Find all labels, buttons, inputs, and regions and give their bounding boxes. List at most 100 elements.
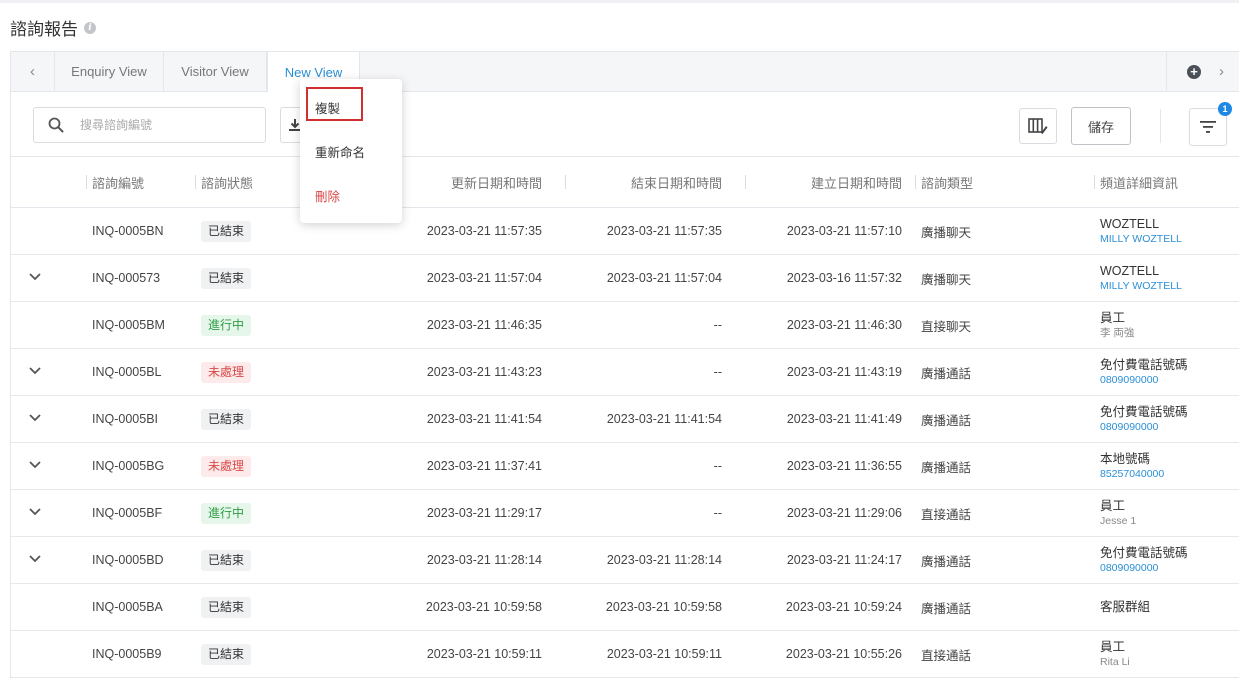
header-inquiry-id[interactable]: 諮詢編號 xyxy=(86,157,182,207)
tab-enquiry-view[interactable]: Enquiry View xyxy=(55,52,164,91)
expand-row-icon[interactable] xyxy=(25,455,45,475)
status-cell: 進行中 xyxy=(201,490,252,536)
menu-item-delete[interactable]: 刪除 xyxy=(315,186,340,205)
channel-sub[interactable]: MILLY WOZTELL xyxy=(1100,232,1182,246)
chevron-left-icon[interactable]: ‹ xyxy=(11,52,55,91)
header-inquiry-type[interactable]: 諮詢類型 xyxy=(915,157,1021,207)
inquiry-type: 直接通話 xyxy=(921,648,972,663)
chevron-right-icon[interactable]: › xyxy=(1219,63,1224,80)
channel-sub[interactable]: MILLY WOZTELL xyxy=(1100,279,1182,293)
updated-at: 2023-03-21 11:37:41 xyxy=(426,459,542,473)
updated-at: 2023-03-21 11:57:35 xyxy=(426,224,542,238)
channel-details: 員工 Rita Li xyxy=(1100,631,1130,677)
menu-item-copy[interactable]: 複製 xyxy=(315,98,340,117)
updated-at: 2023-03-21 10:59:11 xyxy=(426,647,542,661)
menu-item-rename[interactable]: 重新命名 xyxy=(315,142,365,161)
search-input[interactable] xyxy=(80,118,240,132)
ended-at: 2023-03-21 10:59:58 xyxy=(605,600,722,614)
status-badge: 已結束 xyxy=(201,408,252,430)
created-at: 2023-03-21 11:57:10 xyxy=(786,224,902,238)
channel-sub[interactable]: 0809090000 xyxy=(1100,420,1188,434)
channel-sub[interactable]: 0809090000 xyxy=(1100,561,1188,575)
filter-count-badge: 1 xyxy=(1218,102,1232,116)
channel-sub: Rita Li xyxy=(1100,655,1130,668)
status-cell: 進行中 xyxy=(201,302,252,348)
updated-at: 2023-03-21 11:57:04 xyxy=(426,271,542,285)
status-cell: 未處理 xyxy=(201,349,252,395)
save-button[interactable]: 儲存 xyxy=(1071,107,1131,145)
inquiry-id[interactable]: INQ-0005BG xyxy=(92,443,164,489)
tab-label: Visitor View xyxy=(181,64,249,79)
table-row[interactable]: INQ-0005BL 未處理 2023-03-21 11:43:23 -- 2023-0… xyxy=(11,349,1239,396)
channel-sub[interactable]: 85257040000 xyxy=(1100,467,1164,481)
status-badge: 進行中 xyxy=(201,314,252,336)
status-cell: 已結束 xyxy=(201,537,252,583)
ended-at: 2023-03-21 11:57:35 xyxy=(606,224,722,238)
search-icon xyxy=(48,117,64,133)
channel-details: 本地號碼 85257040000 xyxy=(1100,443,1164,489)
expand-row-icon[interactable] xyxy=(25,408,45,428)
view-context-menu: 複製 重新命名 刪除 xyxy=(300,79,402,223)
toolbar: 儲存 1 xyxy=(11,93,1239,157)
tab-visitor-view[interactable]: Visitor View xyxy=(164,52,267,91)
inquiry-id[interactable]: INQ-0005BN xyxy=(92,208,164,254)
expand-row-icon[interactable] xyxy=(25,502,45,522)
inquiry-type: 廣播聊天 xyxy=(921,272,972,287)
add-view-icon[interactable]: + xyxy=(1187,64,1201,79)
table-row[interactable]: INQ-000573 已結束 2023-03-21 11:57:04 2023-03-… xyxy=(11,255,1239,302)
table-row[interactable]: INQ-0005BM 進行中 2023-03-21 11:46:35 -- 2023-0… xyxy=(11,302,1239,349)
expand-row-icon[interactable] xyxy=(25,549,45,569)
channel-name: 員工 xyxy=(1100,498,1126,513)
table-row[interactable]: INQ-0005BF 進行中 2023-03-21 11:29:17 -- 2023-0… xyxy=(11,490,1239,537)
channel-details: 員工 Jesse 1 xyxy=(1100,490,1136,536)
created-at: 2023-03-21 11:43:19 xyxy=(786,365,902,379)
channel-details: 免付費電話號碼 0809090000 xyxy=(1100,349,1188,395)
table-row[interactable]: INQ-0005BD 已結束 2023-03-21 11:28:14 2023-03-… xyxy=(11,537,1239,584)
ended-at: 2023-03-21 11:41:54 xyxy=(606,412,722,426)
status-cell: 已結束 xyxy=(201,255,252,301)
channel-details: WOZTELL MILLY WOZTELL xyxy=(1100,255,1182,301)
channel-name: 本地號碼 xyxy=(1100,451,1151,466)
header-ended-at[interactable]: 結束日期和時間 xyxy=(565,157,722,207)
expand-row-icon[interactable] xyxy=(25,361,45,381)
status-cell: 未處理 xyxy=(201,443,252,489)
created-at: 2023-03-21 11:41:49 xyxy=(786,412,902,426)
header-created-at[interactable]: 建立日期和時間 xyxy=(745,157,902,207)
view-tab-bar: ‹ Enquiry View Visitor View New View + › xyxy=(11,52,1239,92)
status-cell: 已結束 xyxy=(201,631,252,677)
created-at: 2023-03-21 11:24:17 xyxy=(786,553,902,567)
inquiry-id[interactable]: INQ-0005BA xyxy=(92,584,163,630)
table-row[interactable]: INQ-0005BN 已結束 2023-03-21 11:57:35 2023-03-… xyxy=(11,208,1239,255)
status-badge: 進行中 xyxy=(201,502,252,524)
ended-at: -- xyxy=(713,318,722,332)
inquiry-id[interactable]: INQ-0005BM xyxy=(92,302,165,348)
inquiry-id[interactable]: INQ-0005BI xyxy=(92,396,158,442)
table-row[interactable]: INQ-0005B9 已結束 2023-03-21 10:59:11 2023-03-… xyxy=(11,631,1239,678)
page-title: 諮詢報告 xyxy=(10,20,78,39)
table-row[interactable]: INQ-0005BI 已結束 2023-03-21 11:41:54 2023-03-… xyxy=(11,396,1239,443)
inquiry-id[interactable]: INQ-0005B9 xyxy=(92,631,161,677)
inquiry-id[interactable]: INQ-000573 xyxy=(92,255,160,301)
channel-sub: 李 両強 xyxy=(1100,326,1135,339)
header-inquiry-status[interactable]: 諮詢狀態 xyxy=(195,157,291,207)
channel-name: WOZTELL xyxy=(1100,263,1160,278)
info-icon[interactable]: i xyxy=(84,21,96,34)
inquiry-id[interactable]: INQ-0005BF xyxy=(92,490,162,536)
ended-at: 2023-03-21 10:59:11 xyxy=(606,647,722,661)
header-updated-at[interactable]: 更新日期和時間 xyxy=(391,157,542,207)
header-channel-details[interactable]: 頻道詳細資訊 xyxy=(1094,157,1220,207)
table-row[interactable]: INQ-0005BG 未處理 2023-03-21 11:37:41 -- 2023-0… xyxy=(11,443,1239,490)
table-row[interactable]: INQ-0005BA 已結束 2023-03-21 10:59:58 2023-03-… xyxy=(11,584,1239,631)
table-body: INQ-0005BN 已結束 2023-03-21 11:57:35 2023-03-… xyxy=(11,208,1239,678)
updated-at: 2023-03-21 11:43:23 xyxy=(426,365,542,379)
expand-row-icon[interactable] xyxy=(25,267,45,287)
channel-sub[interactable]: 0809090000 xyxy=(1100,373,1188,387)
tab-label: Enquiry View xyxy=(71,64,147,79)
inquiry-type: 廣播通話 xyxy=(921,554,972,569)
inquiry-id[interactable]: INQ-0005BD xyxy=(92,537,164,583)
column-settings-button[interactable] xyxy=(1019,108,1057,144)
inquiry-id[interactable]: INQ-0005BL xyxy=(92,349,161,395)
channel-sub: Jesse 1 xyxy=(1100,514,1137,527)
status-cell: 已結束 xyxy=(201,396,252,442)
channel-details: 員工李 両強 xyxy=(1100,302,1134,348)
